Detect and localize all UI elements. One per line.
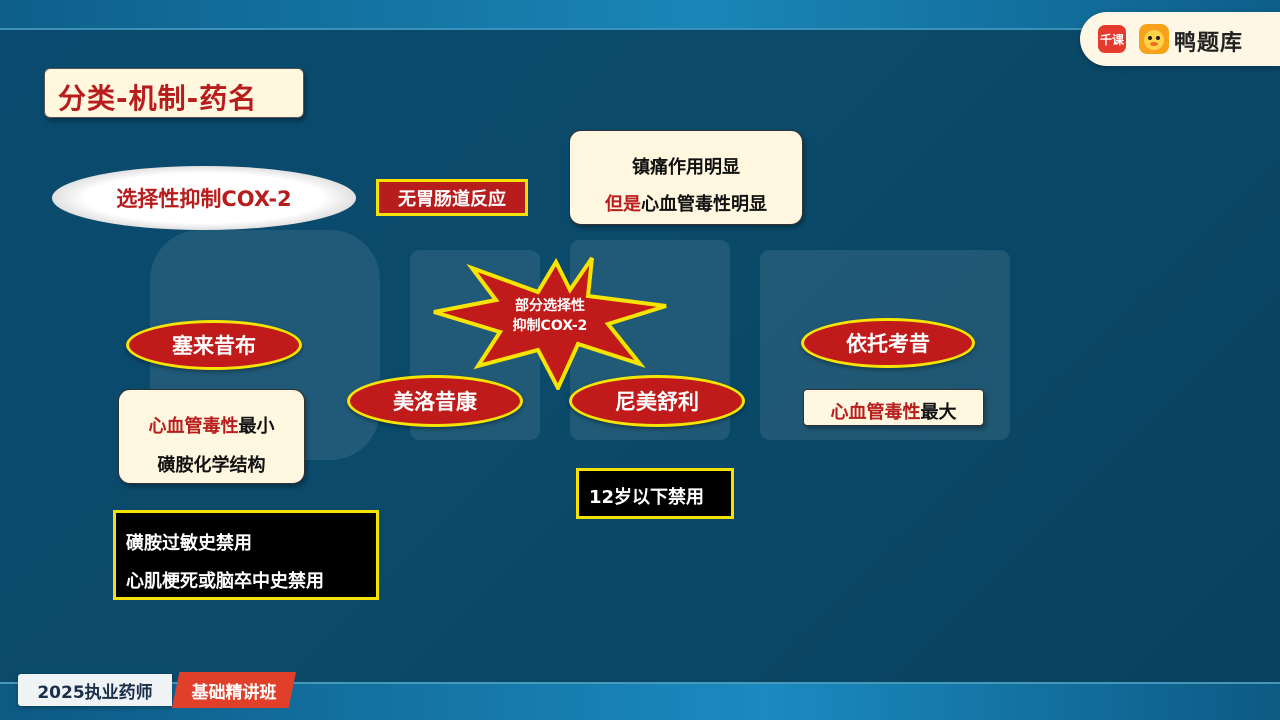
analgesic-line2: 但是心血管毒性明显 bbox=[570, 190, 802, 216]
analgesic-line1: 镇痛作用明显 bbox=[632, 157, 740, 178]
drug-meloxicam: 美洛昔康 bbox=[347, 375, 523, 427]
celecoxib-note-line2: 磺胺化学结构 bbox=[157, 455, 266, 476]
drug-celecoxib-label: 塞来昔布 bbox=[172, 334, 256, 358]
nimesulide-note-label: 12岁以下禁用 bbox=[589, 487, 705, 508]
etoricoxib-note-black: 最大 bbox=[920, 402, 957, 423]
etoricoxib-note-red: 心血管毒性 bbox=[830, 402, 921, 423]
contraindication-line2: 心肌梗死或脑卒中史禁用 bbox=[126, 571, 324, 592]
celecoxib-note-red: 心血管毒性 bbox=[148, 416, 239, 437]
contraindication-line1: 磺胺过敏史禁用 bbox=[126, 533, 252, 554]
analgesic-note: 镇痛作用明显 但是心血管毒性明显 bbox=[569, 130, 803, 225]
contraindications-box: 磺胺过敏史禁用 心肌梗死或脑卒中史禁用 bbox=[113, 510, 379, 600]
celecoxib-note-black: 最小 bbox=[238, 416, 275, 437]
course-name-badge: 2025执业药师 bbox=[18, 674, 172, 706]
course-name: 2025执业药师 bbox=[37, 682, 153, 703]
title-box: 分类-机制-药名 bbox=[44, 68, 304, 118]
drug-meloxicam-label: 美洛昔康 bbox=[393, 390, 477, 414]
course-level: 基础精讲班 bbox=[191, 682, 277, 703]
drug-etoricoxib: 依托考昔 bbox=[801, 318, 975, 368]
no-gi-reaction-box: 无胃肠道反应 bbox=[376, 179, 528, 216]
drug-celecoxib: 塞来昔布 bbox=[126, 320, 302, 370]
brand-name: 鸭题库 bbox=[1174, 31, 1244, 56]
center-star-line1: 部分选择性 bbox=[515, 298, 585, 314]
analgesic-line2-black: 心血管毒性明显 bbox=[641, 194, 767, 215]
slide: 千课 鸭题库 分类-机制-药名 选择性抑制COX-2 无胃肠道反应 镇痛作用明显… bbox=[0, 0, 1280, 720]
celecoxib-note-line1: 心血管毒性最小 bbox=[119, 412, 304, 438]
selective-cox2-ellipse: 选择性抑制COX-2 bbox=[52, 166, 356, 230]
page-title: 分类-机制-药名 bbox=[58, 82, 258, 115]
nimesulide-note-box: 12岁以下禁用 bbox=[576, 468, 734, 519]
qianke-logo: 千课 bbox=[1098, 25, 1126, 53]
selective-cox2-label: 选择性抑制COX-2 bbox=[116, 187, 292, 211]
analgesic-line2-red: 但是 bbox=[605, 194, 641, 215]
etoricoxib-note: 心血管毒性最大 bbox=[803, 389, 984, 426]
brand-badge: 千课 鸭题库 bbox=[1080, 12, 1280, 66]
duck-logo-icon bbox=[1139, 24, 1169, 54]
no-gi-reaction-label: 无胃肠道反应 bbox=[398, 188, 506, 210]
course-level-badge: 基础精讲班 bbox=[172, 672, 296, 708]
drug-nimesulide: 尼美舒利 bbox=[569, 375, 745, 427]
drug-nimesulide-label: 尼美舒利 bbox=[615, 390, 699, 414]
etoricoxib-note-line: 心血管毒性最大 bbox=[804, 398, 983, 424]
center-star-text: 部分选择性 抑制COX-2 bbox=[490, 296, 610, 336]
celecoxib-note: 心血管毒性最小 磺胺化学结构 bbox=[118, 389, 305, 484]
center-star-line2: 抑制COX-2 bbox=[512, 318, 588, 334]
drug-etoricoxib-label: 依托考昔 bbox=[846, 332, 930, 356]
